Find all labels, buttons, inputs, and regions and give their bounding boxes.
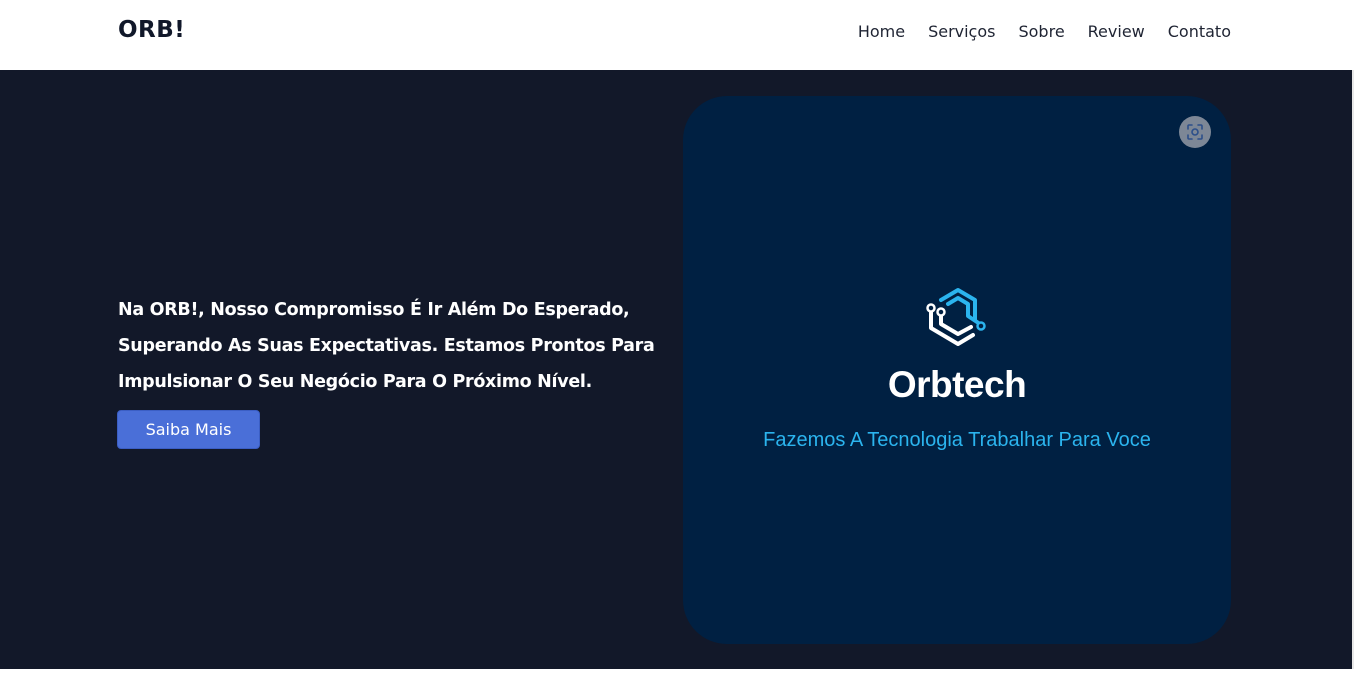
nav-link-servicos[interactable]: Serviços	[928, 22, 995, 41]
hexagon-circuit-logo-icon	[926, 288, 986, 346]
saiba-mais-button[interactable]: Saiba Mais	[117, 410, 260, 449]
nav-link-review[interactable]: Review	[1088, 22, 1145, 41]
brand-name: Orbtech	[887, 364, 1027, 405]
brand-logo[interactable]: ORB!	[118, 17, 185, 43]
brand-tagline: Fazemos A Tecnologia Trabalhar Para Voce	[763, 429, 1151, 451]
page-bottom	[0, 669, 1354, 688]
nav-link-home[interactable]: Home	[858, 22, 905, 41]
navbar: ORB! Home Serviços Sobre Review Contato	[0, 0, 1354, 70]
lens-search-icon[interactable]	[1179, 116, 1211, 148]
nav-links: Home Serviços Sobre Review Contato	[858, 22, 1231, 41]
hero-section: Na ORB!, Nosso Compromisso É Ir Além Do …	[0, 70, 1354, 669]
nav-link-sobre[interactable]: Sobre	[1018, 22, 1064, 41]
nav-link-contato[interactable]: Contato	[1168, 22, 1231, 41]
hero-headline: Na ORB!, Nosso Compromisso É Ir Além Do …	[118, 300, 655, 392]
brand-card: Orbtech Fazemos A Tecnologia Trabalhar P…	[683, 96, 1231, 644]
